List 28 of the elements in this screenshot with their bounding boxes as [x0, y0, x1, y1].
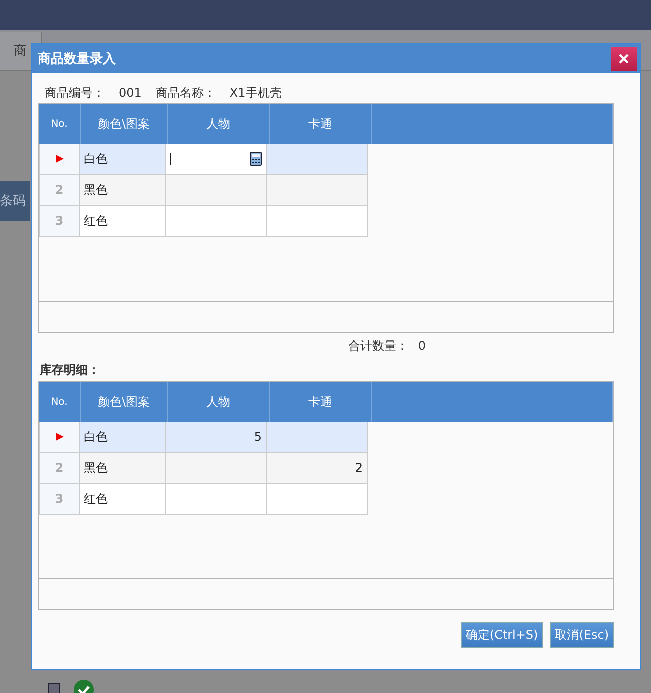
table-cell: 白色 [80, 422, 166, 453]
cancel-button[interactable]: 取消(Esc) [550, 622, 614, 648]
table-cell: 红色 [80, 206, 166, 237]
table-cell: 5 [166, 422, 267, 453]
close-icon [619, 54, 629, 64]
row-number: 2 [39, 175, 80, 206]
calculator-icon [48, 683, 60, 693]
input-field[interactable] [166, 144, 267, 175]
table-cell: 2 [267, 453, 368, 484]
row-number: 3 [39, 484, 80, 515]
total-label: 合计数量： [348, 338, 408, 354]
confirm-button[interactable]: 确定(Ctrl+S) [460, 622, 544, 648]
table-cell: 黑色 [80, 175, 166, 206]
side-label: 条码 [0, 181, 30, 221]
field-value: 001 [119, 86, 142, 100]
table-cell: 红色 [80, 484, 166, 515]
row-number: 3 [39, 206, 80, 237]
table-cell: 黑色 [80, 453, 166, 484]
field-label: 商品名称： [156, 84, 216, 102]
field-label: 商品编号： [45, 84, 105, 102]
row-number: 2 [39, 453, 80, 484]
field-value: X1手机壳 [230, 84, 282, 102]
table-cell: 白色 [80, 144, 166, 175]
close-button[interactable] [611, 46, 637, 70]
calculator-icon[interactable] [250, 152, 262, 166]
text-cursor-icon [170, 153, 171, 165]
section-title: 库存明细： [39, 362, 101, 378]
total-value: 0 [418, 339, 426, 353]
